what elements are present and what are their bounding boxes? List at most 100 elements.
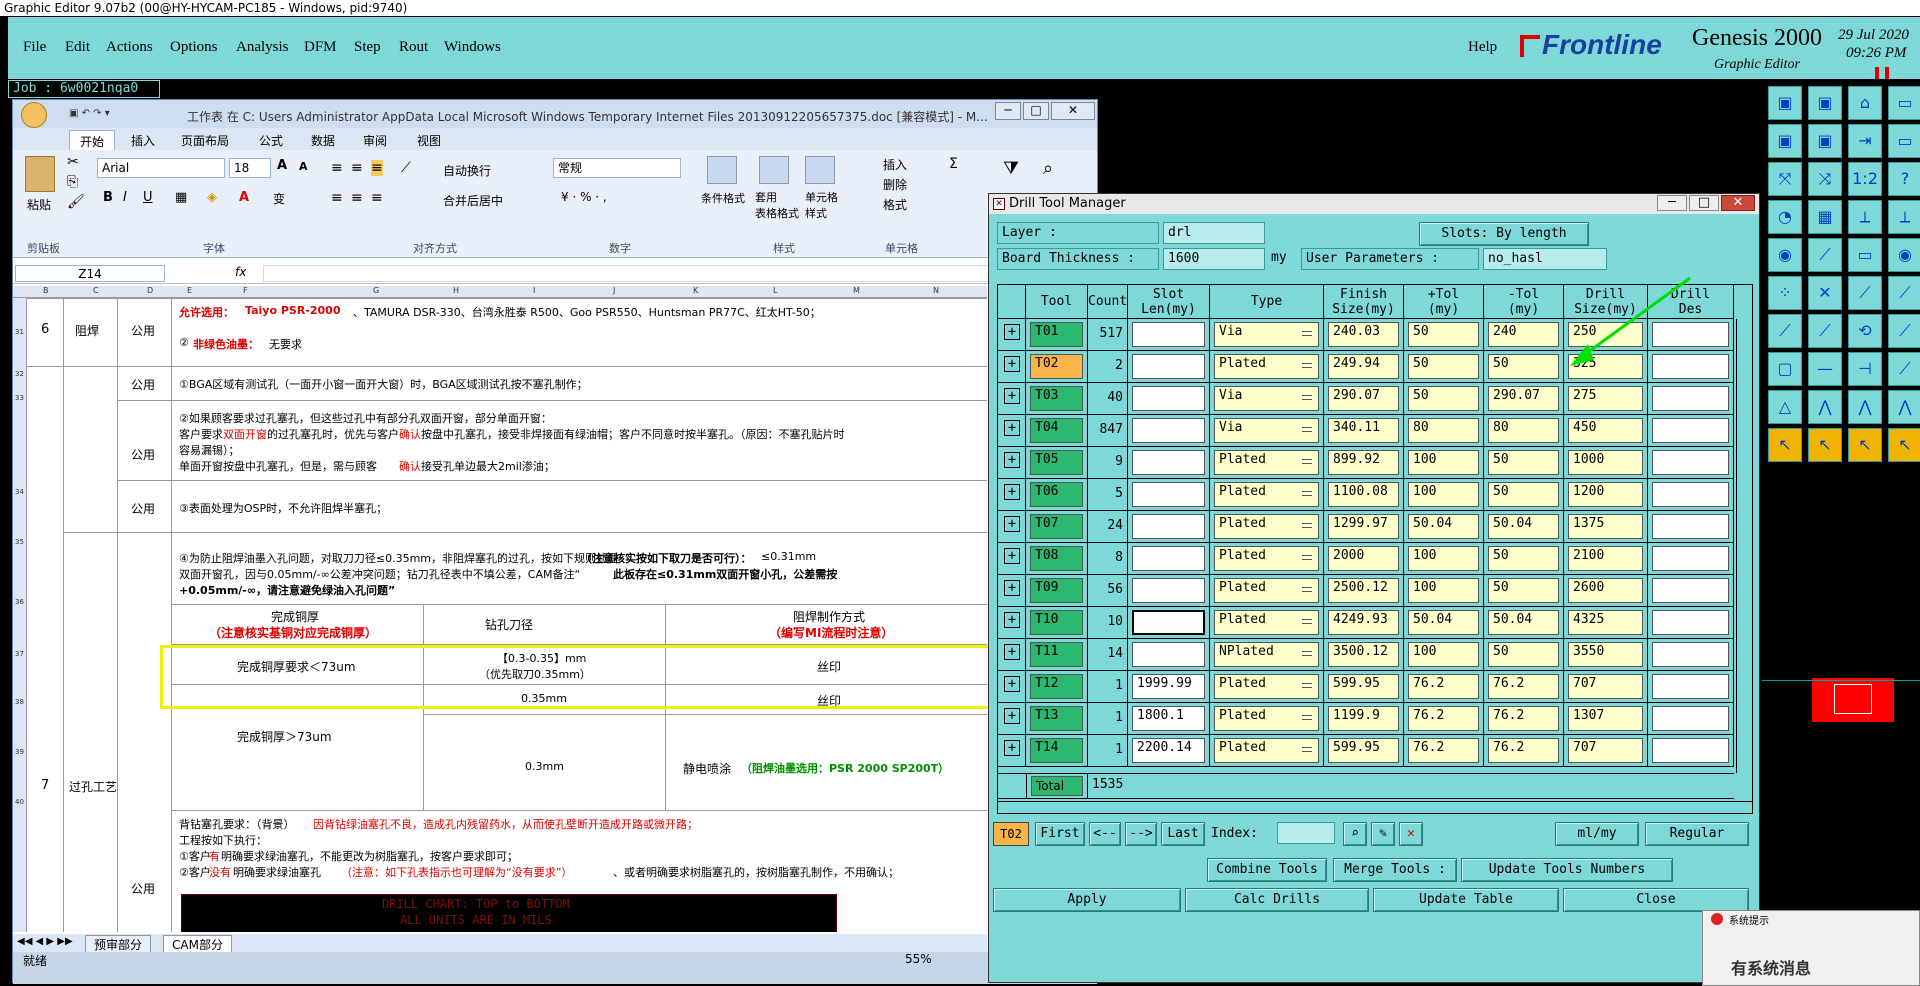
tool-ptol-field[interactable]: 100 — [1408, 578, 1479, 603]
align-bottom-icon[interactable]: ≡ — [371, 160, 383, 176]
col-j[interactable]: J — [613, 286, 615, 295]
box-icon[interactable]: ▢ — [1768, 352, 1802, 386]
home-icon[interactable]: ⌂ — [1848, 86, 1882, 120]
tool-mtol-field[interactable]: 50 — [1488, 482, 1559, 507]
zoom-area-icon[interactable]: ⤨ — [1808, 162, 1842, 196]
minimize-button[interactable]: ─ — [995, 102, 1021, 120]
format-painter-icon[interactable]: 🖌 — [67, 194, 85, 210]
slots-mode-select[interactable]: Slots: By length — [1419, 222, 1589, 246]
expand-row-icon[interactable]: + — [1004, 516, 1020, 532]
tool-type-select[interactable]: Plated — [1214, 354, 1319, 379]
tool-id[interactable]: T11 — [1030, 642, 1083, 667]
multi-select-icon[interactable]: ⁘ — [1768, 276, 1802, 310]
merge-center-button[interactable]: 合并后居中 — [443, 192, 503, 209]
tool-drill-field[interactable]: 1200 — [1568, 482, 1643, 507]
cell-style-button[interactable]: 单元格 样式 — [805, 190, 838, 222]
close-dialog-button[interactable]: Close — [1563, 888, 1749, 912]
tool-mtol-field[interactable]: 50.04 — [1488, 610, 1559, 635]
tool-id[interactable]: T06 — [1030, 482, 1083, 507]
tool-finish-field[interactable]: 599.95 — [1328, 738, 1399, 763]
col-i[interactable]: I — [533, 286, 535, 295]
tool-drill-field[interactable]: 4325 — [1568, 610, 1643, 635]
tool-type-select[interactable]: Plated — [1214, 610, 1319, 635]
row-38[interactable]: 38 — [15, 698, 24, 706]
align-left-icon[interactable]: ≡ — [331, 190, 343, 206]
tool-ptol-field[interactable]: 100 — [1408, 482, 1479, 507]
tool-type-select[interactable]: Plated — [1214, 546, 1319, 571]
tool-drill-field[interactable]: 707 — [1568, 738, 1643, 763]
col-f[interactable]: F — [243, 286, 248, 295]
vertical-scrollbar[interactable] — [1736, 319, 1752, 773]
help-icon[interactable]: ? — [1888, 162, 1920, 196]
combine-tools-button[interactable]: Combine Tools — [1207, 858, 1327, 882]
tool-slot-field[interactable] — [1132, 482, 1205, 507]
name-box[interactable]: Z14 — [15, 265, 165, 282]
tool-mtol-field[interactable]: 50 — [1488, 450, 1559, 475]
tool-finish-field[interactable]: 340.11 — [1328, 418, 1399, 443]
grow-font-icon[interactable]: A — [277, 158, 287, 173]
tab-insert[interactable]: 插入 — [131, 132, 155, 149]
tool-ptol-field[interactable]: 100 — [1408, 642, 1479, 667]
tool-finish-field[interactable]: 3500.12 — [1328, 642, 1399, 667]
underline-icon[interactable]: U — [143, 190, 153, 205]
prev-button[interactable]: <-- — [1089, 822, 1121, 846]
close-button[interactable]: ✕ — [1051, 102, 1095, 120]
row-31[interactable]: 31 — [15, 328, 24, 336]
menu-actions[interactable]: Actions — [106, 39, 153, 56]
phonetic-icon[interactable]: 变 — [273, 190, 285, 207]
tri-2-icon[interactable]: ⋀ — [1808, 390, 1842, 424]
tool-id[interactable]: T01 — [1030, 322, 1083, 347]
tool-id[interactable]: T10 — [1030, 610, 1083, 635]
maximize-button[interactable]: □ — [1023, 102, 1049, 120]
expand-row-icon[interactable]: + — [1004, 708, 1020, 724]
row-36[interactable]: 36 — [15, 598, 24, 606]
tool-finish-field[interactable]: 1100.08 — [1328, 482, 1399, 507]
tool-ptol-field[interactable]: 50 — [1408, 354, 1479, 379]
expand-row-icon[interactable]: + — [1004, 324, 1020, 340]
align-right-icon[interactable]: ≡ — [371, 190, 383, 206]
zoom-right-icon[interactable]: ▣ — [1808, 124, 1842, 158]
tool-ptol-field[interactable]: 100 — [1408, 450, 1479, 475]
tool-slot-field[interactable] — [1132, 514, 1205, 539]
tool-type-select[interactable]: Plated — [1214, 578, 1319, 603]
tool-des-field[interactable] — [1652, 418, 1729, 443]
tool-slot-field[interactable] — [1132, 386, 1205, 411]
calc-drills-button[interactable]: Calc Drills — [1185, 888, 1369, 912]
delete-cells-button[interactable]: 删除 — [883, 176, 907, 193]
tool-mtol-field[interactable]: 50 — [1488, 546, 1559, 571]
col-c[interactable]: C — [93, 286, 99, 295]
tool-type-select[interactable]: Plated — [1214, 706, 1319, 731]
tab-data[interactable]: 数据 — [311, 132, 335, 149]
tool-drill-field[interactable]: 1000 — [1568, 450, 1643, 475]
tool-id[interactable]: T12 — [1030, 674, 1083, 699]
tool-ptol-field[interactable]: 50 — [1408, 322, 1479, 347]
connect-icon[interactable]: ⟋ — [1848, 276, 1882, 310]
snap-icon[interactable]: ⟂ — [1848, 200, 1882, 234]
tool-mtol-field[interactable]: 80 — [1488, 418, 1559, 443]
tool-drill-field[interactable]: 3550 — [1568, 642, 1643, 667]
col-g[interactable]: G — [373, 286, 379, 295]
ruler-icon[interactable]: ▭ — [1848, 238, 1882, 272]
col-l[interactable]: L — [773, 286, 777, 295]
tool-finish-field[interactable]: 2000 — [1328, 546, 1399, 571]
col-h[interactable]: H — [453, 286, 459, 295]
tri-1-icon[interactable]: △ — [1768, 390, 1802, 424]
cross-icon[interactable]: ✕ — [1808, 276, 1842, 310]
minimize-button[interactable]: ─ — [1657, 195, 1687, 211]
scale-icon[interactable]: 1:2 — [1848, 162, 1882, 196]
tool-mtol-field[interactable]: 50 — [1488, 354, 1559, 379]
tool-slot-field[interactable]: 1800.1 — [1132, 706, 1205, 731]
tool-slot-field[interactable] — [1132, 322, 1205, 347]
tool-id[interactable]: T14 — [1030, 738, 1083, 763]
fx-icon[interactable]: fx — [235, 265, 246, 279]
row-40[interactable]: 40 — [15, 798, 24, 806]
expand-row-icon[interactable]: + — [1004, 452, 1020, 468]
paste-icon[interactable] — [25, 156, 55, 192]
menu-windows[interactable]: Windows — [444, 39, 501, 56]
tool-drill-field[interactable]: 2600 — [1568, 578, 1643, 603]
pointer-4-icon[interactable]: ↖ — [1888, 428, 1920, 462]
tool-des-field[interactable] — [1652, 546, 1729, 571]
col-k[interactable]: K — [693, 286, 698, 295]
tool-finish-field[interactable]: 4249.93 — [1328, 610, 1399, 635]
font-color-icon[interactable]: A — [239, 190, 249, 205]
